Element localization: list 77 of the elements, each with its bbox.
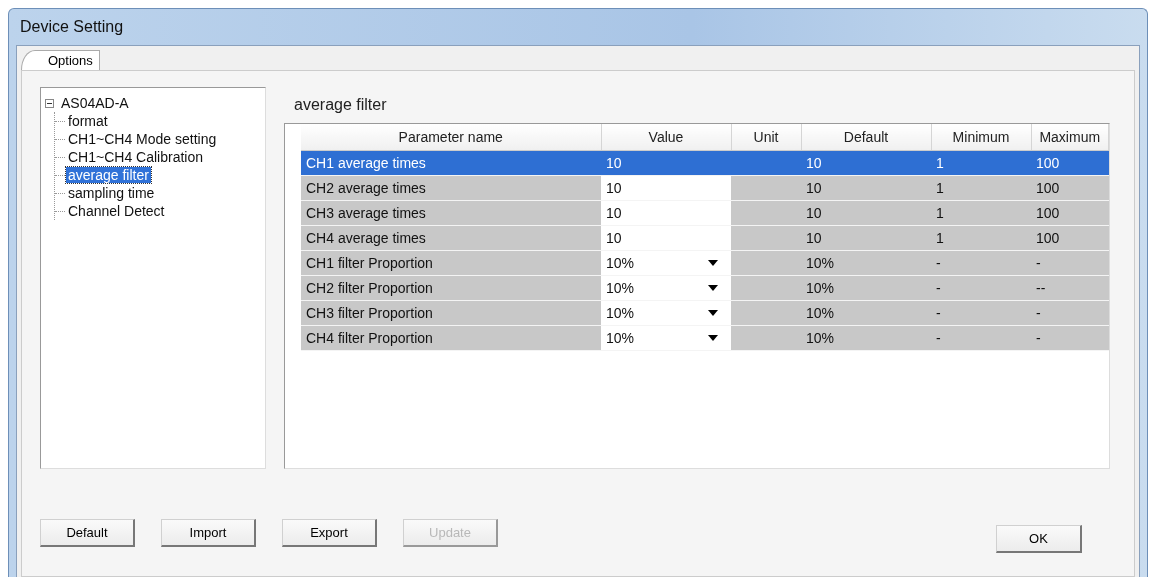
window-title: Device Setting [19,17,125,37]
table-cell: - [1031,250,1109,276]
table-cell: 100 [1031,175,1109,201]
table-row[interactable]: CH2 average times 10 10 1 100 [285,175,1109,201]
tree-item[interactable]: format [66,113,110,129]
table-cell: CH1 filter Proportion [301,250,601,276]
table-cell: 100 [1031,200,1109,226]
table-cell: 1 [931,225,1031,251]
table-row[interactable]: CH3 average times 10 10 1 100 [285,200,1109,226]
table-cell: 10% [801,275,931,301]
table-row[interactable]: CH1 average times 10 10 1 100 [285,150,1109,176]
tree-item[interactable]: CH1~CH4 Calibration [66,149,205,165]
dropdown-value: 10% [606,330,635,346]
dropdown-value: 10% [606,255,635,271]
value-dropdown[interactable]: 10% [606,252,726,274]
tree-item[interactable]: sampling time [66,185,157,201]
table-row[interactable]: CH4 average times 10 10 1 100 [285,225,1109,251]
value-field[interactable]: 10 [606,180,622,196]
column-header: Parameter name [301,124,601,151]
table-row[interactable]: CH3 filter Proportion 10% 10% - - [285,300,1109,326]
table-cell: CH1 average times [301,150,601,176]
table-cell: -- [1031,275,1109,301]
table-cell: 1 [931,175,1031,201]
dialog-button[interactable]: Export [282,519,377,547]
collapse-icon[interactable] [45,98,54,108]
table-cell: CH4 average times [301,225,601,251]
column-header: Maximum [1031,124,1109,151]
table-cell: 10% [801,250,931,276]
table-cell: 10% [801,325,931,351]
value-field[interactable]: 10 [606,230,622,246]
table-row[interactable]: CH4 filter Proportion 10% 10% - - [285,325,1109,351]
column-header: Value [601,124,731,151]
table-cell: 1 [931,150,1031,176]
table-cell: CH3 filter Proportion [301,300,601,326]
table-cell: CH2 filter Proportion [301,275,601,301]
table-cell: 10% [801,300,931,326]
value-field[interactable]: 10 [606,155,622,171]
table-cell: - [1031,325,1109,351]
dialog-button[interactable]: Import [161,519,256,547]
table-cell: 10 [801,150,931,176]
column-header: Default [801,124,931,151]
dropdown-arrow-icon[interactable] [708,335,718,341]
table-cell: CH4 filter Proportion [301,325,601,351]
dropdown-arrow-icon[interactable] [708,310,718,316]
table-cell: CH3 average times [301,200,601,226]
value-field[interactable]: 10 [606,205,622,221]
dropdown-arrow-icon[interactable] [708,285,718,291]
table-cell: - [931,300,1031,326]
dialog-button[interactable]: Default [40,519,135,547]
value-dropdown[interactable]: 10% [606,302,726,324]
table-cell: 10 [801,175,931,201]
column-header: Unit [731,124,801,151]
table-row[interactable]: CH2 filter Proportion 10% 10% - -- [285,275,1109,301]
table-cell: 10 [801,200,931,226]
column-header: Minimum [931,124,1031,151]
dialog-button[interactable]: OK [996,525,1082,553]
value-dropdown[interactable]: 10% [606,277,726,299]
dropdown-value: 10% [606,280,635,296]
tree-item[interactable]: AS04AD-A [59,95,131,111]
dropdown-value: 10% [606,305,635,321]
table-cell: - [931,325,1031,351]
table-row[interactable]: CH1 filter Proportion 10% 10% - - [285,250,1109,276]
dropdown-arrow-icon[interactable] [708,260,718,266]
section-title: average filter [293,95,387,115]
table-cell: - [931,275,1031,301]
tab[interactable]: Options [21,50,100,70]
table-cell: 100 [1031,225,1109,251]
table-cell: - [1031,300,1109,326]
value-dropdown[interactable]: 10% [606,327,726,349]
table-cell: 10 [801,225,931,251]
tree-item[interactable]: average filter [66,167,151,183]
tree-item[interactable]: Channel Detect [66,203,167,219]
table-cell: 100 [1031,150,1109,176]
table-cell: 1 [931,200,1031,226]
tree-item[interactable]: CH1~CH4 Mode setting [66,131,219,147]
table-cell: - [931,250,1031,276]
table-cell: CH2 average times [301,175,601,201]
